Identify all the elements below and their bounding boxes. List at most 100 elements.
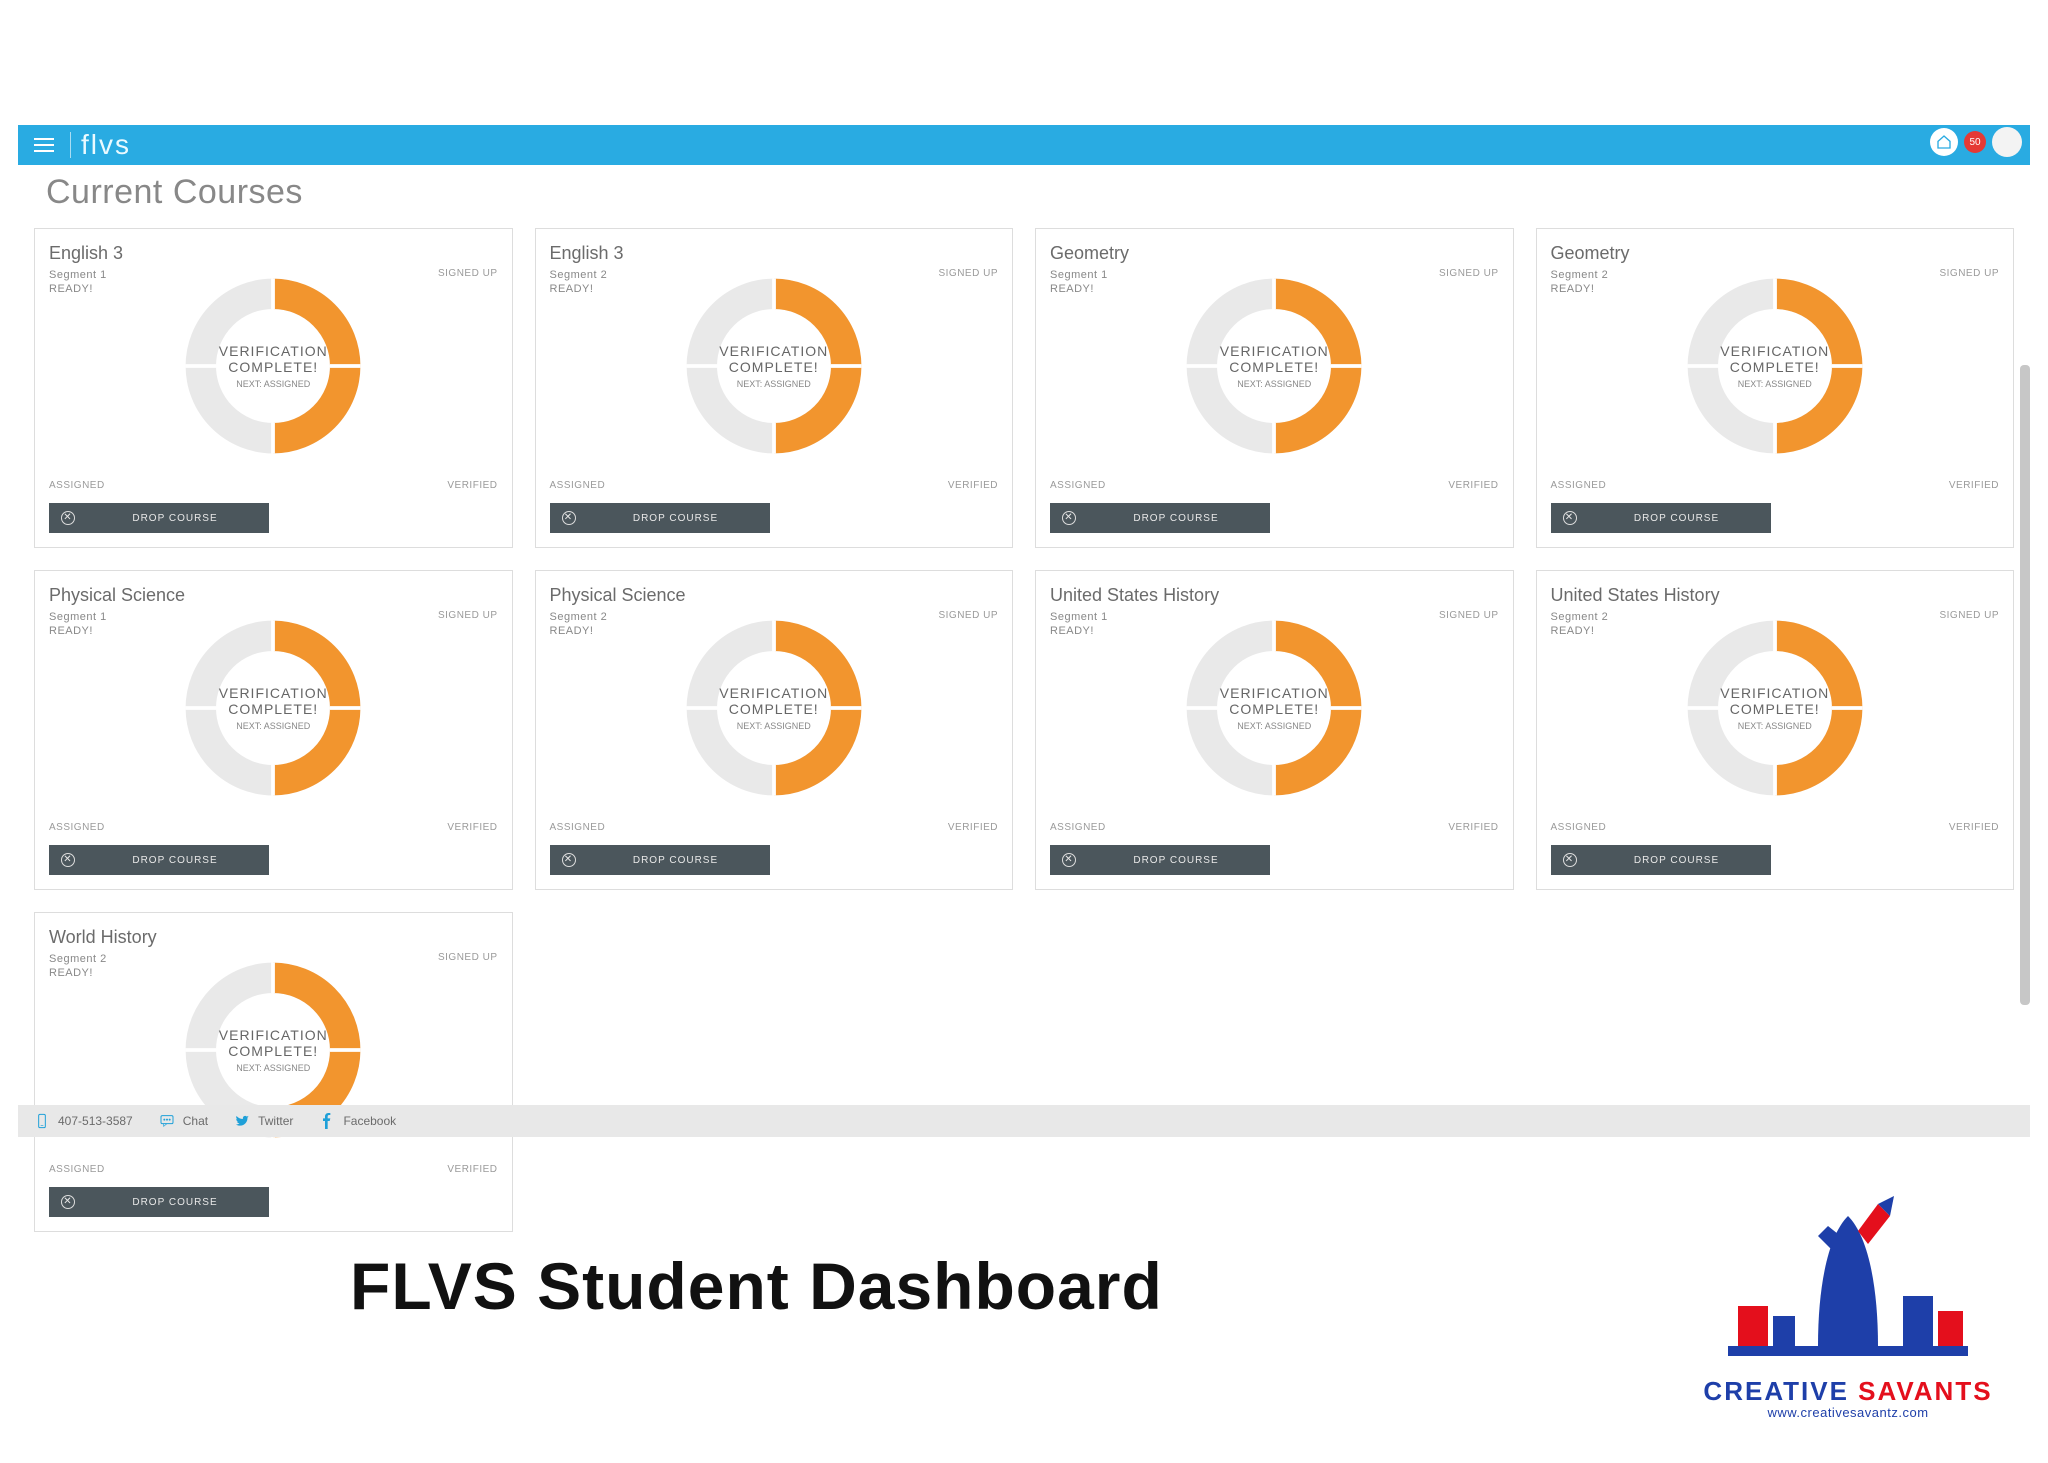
caption-text: FLVS Student Dashboard xyxy=(350,1248,1163,1324)
assigned-label: ASSIGNED xyxy=(550,822,606,833)
donut-text-2: COMPLETE! xyxy=(228,1043,318,1059)
drop-course-button[interactable]: ✕ DROP COURSE xyxy=(1551,845,1771,875)
drop-course-button[interactable]: ✕ DROP COURSE xyxy=(1050,845,1270,875)
drop-course-button[interactable]: ✕ DROP COURSE xyxy=(49,503,269,533)
signed-up-label: SIGNED UP xyxy=(1939,268,1999,297)
footer-twitter-text: Twitter xyxy=(258,1114,293,1128)
drop-course-button[interactable]: ✕ DROP COURSE xyxy=(1050,503,1270,533)
watermark-url: www.creativesavantz.com xyxy=(1767,1405,1928,1420)
donut-text-3: NEXT: ASSIGNED xyxy=(236,1063,310,1073)
home-icon xyxy=(1936,134,1952,150)
watermark-title: CREATIVE SAVANTS xyxy=(1703,1376,1992,1407)
drop-course-button[interactable]: ✕ DROP COURSE xyxy=(49,845,269,875)
assigned-label: ASSIGNED xyxy=(1050,822,1106,833)
chat-icon xyxy=(159,1113,175,1129)
course-segment: Segment 2 xyxy=(49,952,107,966)
donut-text-3: NEXT: ASSIGNED xyxy=(737,721,811,731)
course-card[interactable]: English 3 Segment 2 READY! SIGNED UP VER… xyxy=(535,228,1014,548)
drop-course-button[interactable]: ✕ DROP COURSE xyxy=(1551,503,1771,533)
progress-donut: VERIFICATION COMPLETE! NEXT: ASSIGNED xyxy=(1179,271,1369,461)
signed-up-label: SIGNED UP xyxy=(438,610,498,639)
footer-facebook[interactable]: Facebook xyxy=(319,1113,396,1129)
course-ready-label: READY! xyxy=(550,624,608,638)
course-title: English 3 xyxy=(550,243,999,264)
progress-donut: VERIFICATION COMPLETE! NEXT: ASSIGNED xyxy=(679,271,869,461)
verified-label: VERIFIED xyxy=(1949,822,1999,833)
close-icon: ✕ xyxy=(1563,511,1577,525)
course-card[interactable]: Geometry Segment 2 READY! SIGNED UP VERI… xyxy=(1536,228,2015,548)
footer-facebook-text: Facebook xyxy=(343,1114,396,1128)
donut-text-1: VERIFICATION xyxy=(219,685,328,701)
course-ready-label: READY! xyxy=(1050,624,1108,638)
donut-text-2: COMPLETE! xyxy=(729,701,819,717)
course-title: Physical Science xyxy=(550,585,999,606)
verified-label: VERIFIED xyxy=(447,480,497,491)
app-frame: flvs 50 Current Courses English 3 Segmen… xyxy=(18,125,2030,1137)
course-ready-label: READY! xyxy=(1551,282,1609,296)
assigned-label: ASSIGNED xyxy=(550,480,606,491)
drop-course-button[interactable]: ✕ DROP COURSE xyxy=(550,503,770,533)
notifications-badge[interactable]: 50 xyxy=(1964,131,1986,153)
course-card[interactable]: English 3 Segment 1 READY! SIGNED UP VER… xyxy=(34,228,513,548)
donut-text-1: VERIFICATION xyxy=(1720,343,1829,359)
close-icon: ✕ xyxy=(1563,853,1577,867)
close-icon: ✕ xyxy=(562,511,576,525)
signed-up-label: SIGNED UP xyxy=(938,268,998,297)
home-button[interactable] xyxy=(1930,128,1958,156)
assigned-label: ASSIGNED xyxy=(1551,822,1607,833)
course-segment: Segment 2 xyxy=(1551,610,1609,624)
progress-donut: VERIFICATION COMPLETE! NEXT: ASSIGNED xyxy=(1179,613,1369,803)
course-card[interactable]: Geometry Segment 1 READY! SIGNED UP VERI… xyxy=(1035,228,1514,548)
donut-text-3: NEXT: ASSIGNED xyxy=(737,379,811,389)
brand-logo: flvs xyxy=(81,129,131,161)
signed-up-label: SIGNED UP xyxy=(438,952,498,981)
signed-up-label: SIGNED UP xyxy=(1439,268,1499,297)
course-segment: Segment 1 xyxy=(1050,610,1108,624)
twitter-icon xyxy=(234,1113,250,1129)
hamburger-menu-button[interactable] xyxy=(28,129,60,161)
course-title: Geometry xyxy=(1050,243,1499,264)
verified-label: VERIFIED xyxy=(1448,822,1498,833)
assigned-label: ASSIGNED xyxy=(49,480,105,491)
donut-text-2: COMPLETE! xyxy=(1730,359,1820,375)
drop-course-label: DROP COURSE xyxy=(93,513,257,524)
progress-donut: VERIFICATION COMPLETE! NEXT: ASSIGNED xyxy=(178,271,368,461)
footer-bar: 407-513-3587 Chat Twitter Facebook xyxy=(18,1105,2030,1137)
footer-twitter[interactable]: Twitter xyxy=(234,1113,293,1129)
donut-text-3: NEXT: ASSIGNED xyxy=(1237,379,1311,389)
course-card[interactable]: Physical Science Segment 1 READY! SIGNED… xyxy=(34,570,513,890)
course-card[interactable]: Physical Science Segment 2 READY! SIGNED… xyxy=(535,570,1014,890)
close-icon: ✕ xyxy=(1062,511,1076,525)
scrollbar-thumb[interactable] xyxy=(2020,365,2030,1005)
assigned-label: ASSIGNED xyxy=(1050,480,1106,491)
signed-up-label: SIGNED UP xyxy=(938,610,998,639)
course-card[interactable]: United States History Segment 1 READY! S… xyxy=(1035,570,1514,890)
donut-text-3: NEXT: ASSIGNED xyxy=(236,721,310,731)
footer-phone-text: 407-513-3587 xyxy=(58,1114,133,1128)
drop-course-label: DROP COURSE xyxy=(93,855,257,866)
footer-phone[interactable]: 407-513-3587 xyxy=(34,1113,133,1129)
avatar[interactable] xyxy=(1992,127,2022,157)
course-title: Physical Science xyxy=(49,585,498,606)
close-icon: ✕ xyxy=(61,853,75,867)
close-icon: ✕ xyxy=(562,853,576,867)
course-ready-label: READY! xyxy=(49,966,107,980)
caption-area: FLVS Student Dashboard CREATIVE SAVANTS … xyxy=(0,1150,2048,1430)
watermark-graphic xyxy=(1718,1196,1978,1376)
signed-up-label: SIGNED UP xyxy=(1939,610,1999,639)
drop-course-button[interactable]: ✕ DROP COURSE xyxy=(550,845,770,875)
verified-label: VERIFIED xyxy=(447,822,497,833)
course-ready-label: READY! xyxy=(49,282,107,296)
course-title: World History xyxy=(49,927,498,948)
progress-donut: VERIFICATION COMPLETE! NEXT: ASSIGNED xyxy=(178,613,368,803)
course-segment: Segment 2 xyxy=(550,610,608,624)
donut-text-1: VERIFICATION xyxy=(219,1027,328,1043)
drop-course-label: DROP COURSE xyxy=(594,855,758,866)
donut-text-2: COMPLETE! xyxy=(729,359,819,375)
topbar: flvs 50 xyxy=(18,125,2030,165)
verified-label: VERIFIED xyxy=(948,822,998,833)
watermark-title-b: SAVANTS xyxy=(1849,1376,1993,1406)
course-card[interactable]: United States History Segment 2 READY! S… xyxy=(1536,570,2015,890)
course-segment: Segment 1 xyxy=(49,610,107,624)
footer-chat[interactable]: Chat xyxy=(159,1113,208,1129)
